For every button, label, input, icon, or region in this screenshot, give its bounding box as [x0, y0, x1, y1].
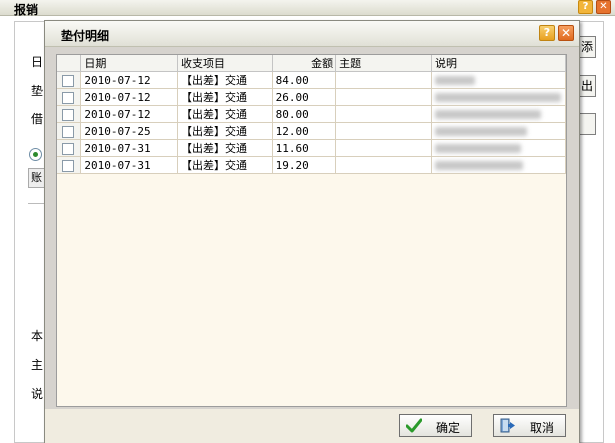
cell-date: 2010-07-25: [80, 122, 178, 140]
redacted-text: [435, 144, 522, 153]
cell-item: 【出差】交通: [177, 139, 273, 157]
table-row[interactable]: 2010-07-31 【出差】交通 11.60: [57, 139, 566, 157]
cell-note: [431, 156, 566, 174]
radio-selected-icon[interactable]: [29, 148, 42, 161]
cell-item: 【出差】交通: [177, 88, 273, 106]
row-checkbox[interactable]: [57, 71, 82, 89]
column-header-date[interactable]: 日期: [80, 55, 178, 72]
cell-note: [431, 122, 566, 140]
cell-amount: 84.00: [272, 71, 337, 89]
redacted-text: [435, 76, 476, 85]
checkbox[interactable]: [62, 142, 74, 155]
cell-amount: 12.00: [272, 122, 337, 140]
cell-subject: [335, 71, 433, 89]
cell-amount: 11.60: [272, 139, 337, 157]
cell-date: 2010-07-12: [80, 71, 178, 89]
exit-door-icon: [500, 418, 515, 433]
background-label-date: 日: [31, 55, 44, 69]
dialog-titlebar: 垫付明细 ? ✕: [45, 21, 579, 47]
details-table: 日期 收支项目 金额 主题 说明 2010-07-12 【出差】交通 84.00: [57, 55, 566, 174]
header-checkbox-column: [57, 55, 82, 72]
table-row[interactable]: 2010-07-12 【出差】交通 84.00: [57, 71, 566, 89]
background-window-titlebar: 报销 ? ✕: [0, 0, 615, 17]
cell-subject: [335, 88, 433, 106]
cell-item: 【出差】交通: [177, 122, 273, 140]
background-help-icon[interactable]: ?: [578, 0, 593, 14]
table-header-row: 日期 收支项目 金额 主题 说明: [57, 55, 566, 72]
row-checkbox[interactable]: [57, 139, 82, 157]
redacted-text: [435, 93, 562, 102]
cell-note: [431, 88, 566, 106]
background-label-advance: 垫: [31, 84, 44, 98]
column-header-amount[interactable]: 金额: [272, 55, 337, 72]
ok-button-label: 确定: [436, 421, 461, 435]
column-header-item[interactable]: 收支项目: [177, 55, 273, 72]
cell-note: [431, 105, 566, 123]
cell-item: 【出差】交通: [177, 71, 273, 89]
cell-subject: [335, 139, 433, 157]
checkbox[interactable]: [62, 108, 74, 121]
row-checkbox[interactable]: [57, 156, 82, 174]
column-header-subject[interactable]: 主题: [335, 55, 433, 72]
cell-date: 2010-07-31: [80, 139, 178, 157]
checkbox[interactable]: [62, 125, 74, 138]
ok-button[interactable]: 确定: [399, 414, 472, 437]
table-row[interactable]: 2010-07-25 【出差】交通 12.00: [57, 122, 566, 140]
cell-subject: [335, 122, 433, 140]
table-row[interactable]: 2010-07-31 【出差】交通 19.20: [57, 156, 566, 174]
row-checkbox[interactable]: [57, 88, 82, 106]
cell-date: 2010-07-12: [80, 88, 178, 106]
background-label-subject: 主: [31, 358, 44, 372]
checkbox[interactable]: [62, 74, 74, 87]
cell-subject: [335, 156, 433, 174]
redacted-text: [435, 110, 542, 119]
details-grid: 日期 收支项目 金额 主题 说明 2010-07-12 【出差】交通 84.00: [56, 54, 567, 407]
dialog-title: 垫付明细: [61, 29, 110, 43]
checkbox[interactable]: [62, 159, 74, 172]
cell-note: [431, 139, 566, 157]
background-label-this: 本: [31, 329, 44, 343]
redacted-text: [435, 127, 528, 136]
cell-amount: 80.00: [272, 105, 337, 123]
cancel-button[interactable]: 取消: [493, 414, 566, 437]
column-header-note[interactable]: 说明: [431, 55, 566, 72]
cell-date: 2010-07-31: [80, 156, 178, 174]
advance-details-dialog: 垫付明细 ? ✕ 日期 收支项目 金额 主题 说明 2010-07-12 【出差…: [44, 20, 580, 443]
cell-item: 【出差】交通: [177, 156, 273, 174]
cell-item: 【出差】交通: [177, 105, 273, 123]
cell-date: 2010-07-12: [80, 105, 178, 123]
row-checkbox[interactable]: [57, 105, 82, 123]
row-checkbox[interactable]: [57, 122, 82, 140]
cancel-button-label: 取消: [530, 421, 555, 435]
cell-amount: 26.00: [272, 88, 337, 106]
close-icon[interactable]: ✕: [558, 25, 574, 41]
background-label-note: 说: [31, 387, 44, 401]
checkmark-icon: [406, 418, 422, 433]
checkbox[interactable]: [62, 91, 74, 104]
background-label-borrow: 借: [31, 112, 44, 126]
cell-subject: [335, 105, 433, 123]
background-close-icon[interactable]: ✕: [596, 0, 611, 14]
help-icon[interactable]: ?: [539, 25, 555, 41]
redacted-text: [435, 161, 524, 170]
table-row[interactable]: 2010-07-12 【出差】交通 80.00: [57, 105, 566, 123]
cell-note: [431, 71, 566, 89]
cell-amount: 19.20: [272, 156, 337, 174]
table-row[interactable]: 2010-07-12 【出差】交通 26.00: [57, 88, 566, 106]
